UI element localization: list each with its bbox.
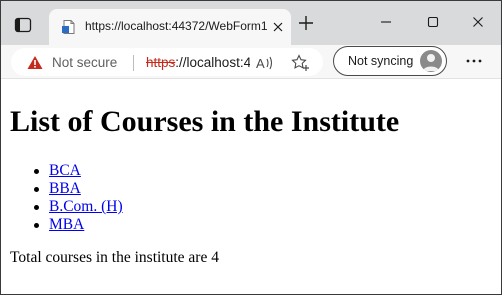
list-item: B.Com. (H) xyxy=(10,198,123,216)
url-text[interactable]: https://localhost:44372/WebForm1.aspx xyxy=(146,55,250,70)
bullet-icon xyxy=(34,223,39,228)
list-item: BBA xyxy=(10,180,123,198)
new-tab-icon[interactable] xyxy=(297,14,315,32)
course-link-bcom[interactable]: B.Com. (H) xyxy=(49,198,123,215)
bullet-icon xyxy=(34,169,39,174)
course-link-bca[interactable]: BCA xyxy=(49,162,81,179)
tab-close-icon[interactable] xyxy=(271,20,285,34)
url-host: ://localhost:44372/WebForm1.aspx xyxy=(175,55,250,70)
page-content: List of Courses in the Institute BCA BBA… xyxy=(1,80,501,294)
tab-strip: https://localhost:44372/WebForm1.aspx xyxy=(1,1,501,45)
tab-active[interactable]: https://localhost:44372/WebForm1.aspx xyxy=(49,9,291,45)
bullet-icon xyxy=(34,187,39,192)
total-courses-text: Total courses in the institute are 4 xyxy=(10,249,219,266)
bullet-icon xyxy=(34,205,39,210)
course-list: BCA BBA B.Com. (H) MBA xyxy=(10,162,123,234)
address-toolbar: Not secure https://localhost:44372/WebFo… xyxy=(1,45,501,79)
tab-title: https://localhost:44372/WebForm1.aspx xyxy=(85,19,267,33)
warning-icon[interactable] xyxy=(27,55,43,70)
browser-window: https://localhost:44372/WebForm1.aspx No… xyxy=(0,0,502,295)
profile-sync-button[interactable]: Not syncing xyxy=(333,46,447,76)
page-title: List of Courses in the Institute xyxy=(10,105,400,138)
security-label[interactable]: Not secure xyxy=(52,55,117,70)
course-link-bba[interactable]: BBA xyxy=(49,180,81,197)
read-aloud-icon[interactable]: A xyxy=(255,54,275,72)
minimize-icon[interactable] xyxy=(371,11,401,33)
window-close-icon[interactable] xyxy=(463,11,493,33)
svg-text:A: A xyxy=(256,56,265,71)
avatar-icon xyxy=(420,50,442,72)
course-link-mba[interactable]: MBA xyxy=(49,216,84,233)
address-bar[interactable]: Not secure https://localhost:44372/WebFo… xyxy=(11,48,323,76)
url-scheme: https xyxy=(146,55,176,70)
sync-label: Not syncing xyxy=(348,54,414,68)
more-options-icon[interactable] xyxy=(463,53,485,69)
list-item: BCA xyxy=(10,162,123,180)
maximize-icon[interactable] xyxy=(418,11,448,33)
list-item: MBA xyxy=(10,216,123,234)
add-favorite-icon[interactable] xyxy=(291,54,311,72)
tab-actions-icon[interactable] xyxy=(13,15,33,35)
address-divider xyxy=(133,55,134,71)
page-favicon-icon xyxy=(61,19,77,35)
